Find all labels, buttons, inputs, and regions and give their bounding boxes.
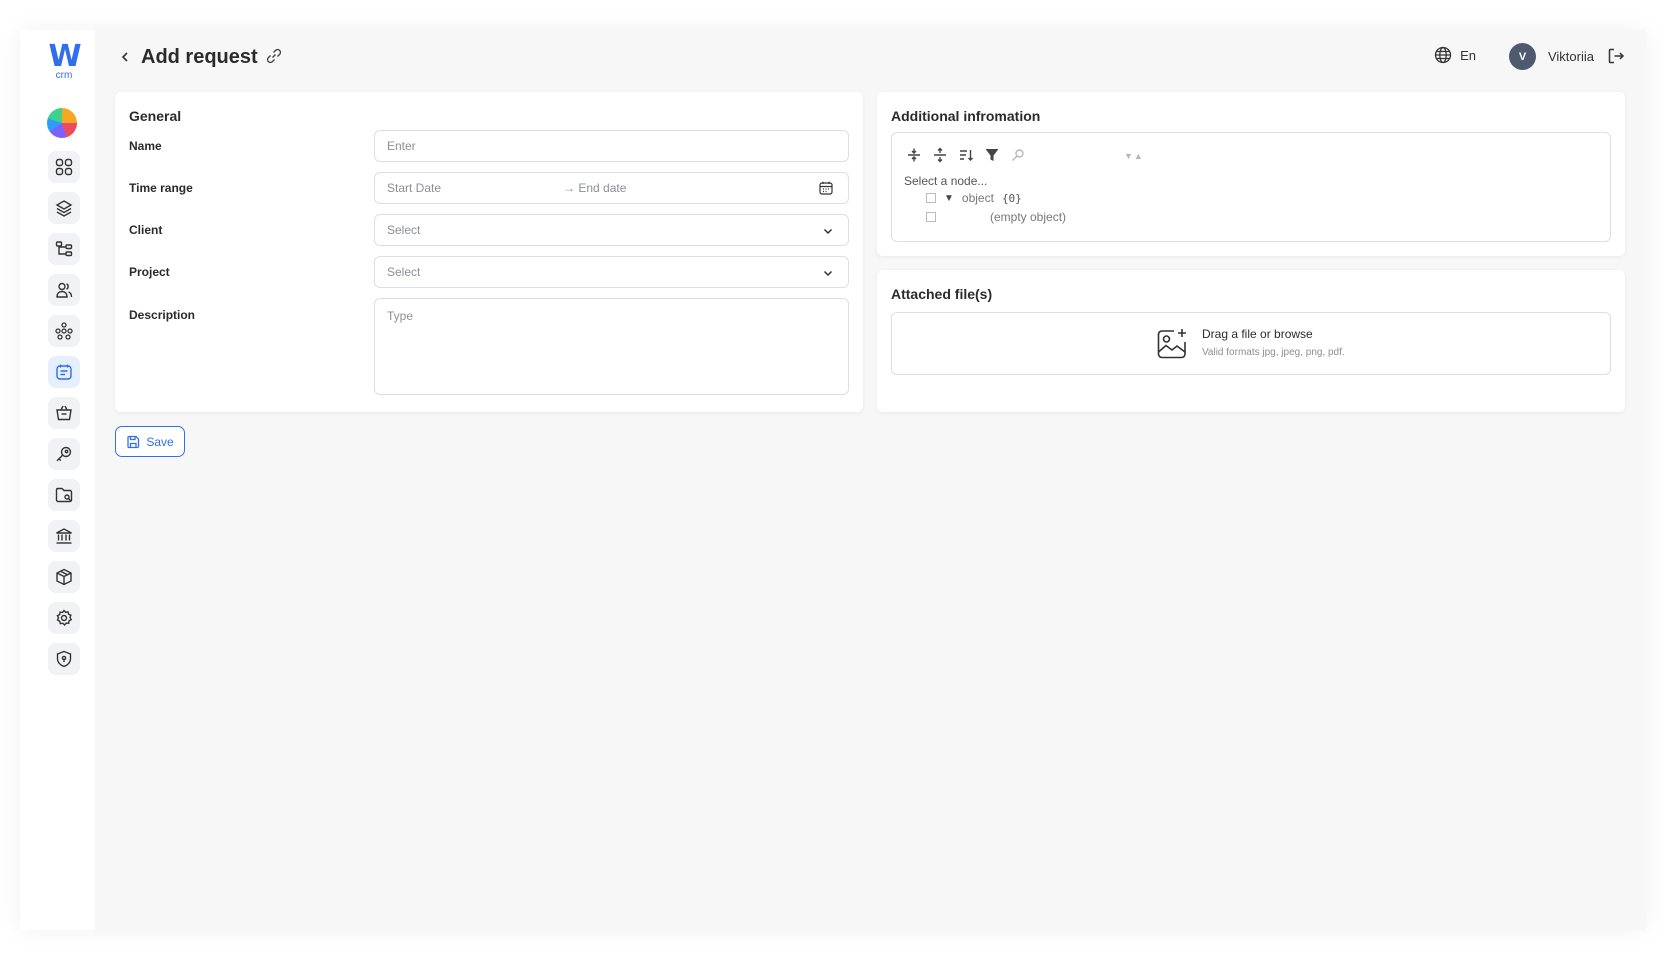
name-label: Name <box>129 139 162 153</box>
link-icon[interactable] <box>265 47 283 65</box>
client-value: Select <box>387 223 421 237</box>
settings-icon <box>56 609 73 627</box>
collapse-all-icon[interactable] <box>932 147 948 163</box>
json-toolbar <box>906 147 1026 163</box>
sidebar: W crm <box>20 30 95 930</box>
sidebar-item-layers[interactable] <box>48 192 80 224</box>
expand-all-icon[interactable] <box>906 147 922 163</box>
time-range-field[interactable]: Start Date → End date <box>374 172 849 204</box>
users-icon <box>56 282 73 298</box>
bank-icon <box>56 528 72 544</box>
drop-formats: Valid formats jpg, jpeg, png, pdf. <box>1202 347 1345 358</box>
basket-icon <box>56 405 72 421</box>
sort-icon[interactable] <box>958 147 974 163</box>
json-empty-row[interactable]: (empty object) <box>926 210 1066 224</box>
folder-icon <box>55 487 73 503</box>
sidebar-item-dashboard[interactable] <box>48 151 80 183</box>
page-title: Add request <box>141 46 258 68</box>
json-root-row[interactable]: ▼ object {0} <box>926 191 1022 205</box>
save-icon <box>127 435 140 448</box>
sidebar-item-settings[interactable] <box>48 602 80 634</box>
logo-mark: W <box>48 39 81 74</box>
name-field[interactable]: Enter <box>374 130 849 162</box>
back-button[interactable] <box>115 47 135 67</box>
key-icon <box>56 446 72 462</box>
sidebar-item-hierarchy[interactable] <box>48 233 80 265</box>
row-checkbox[interactable] <box>926 212 936 222</box>
security-icon <box>56 650 72 668</box>
language-label: En <box>1460 47 1476 63</box>
json-empty-label: (empty object) <box>990 210 1067 224</box>
start-date-input[interactable]: Start Date <box>387 181 441 195</box>
sidebar-item-security[interactable] <box>48 643 80 675</box>
json-root-label: object <box>961 191 994 205</box>
json-node-hint: Select a node... <box>904 174 988 188</box>
sidebar-item-requests[interactable] <box>48 356 80 388</box>
calendar-icon[interactable] <box>818 180 834 196</box>
description-placeholder: Type <box>387 309 414 323</box>
add-image-icon <box>1157 329 1186 359</box>
dashboard-icon <box>55 158 73 176</box>
user-name[interactable]: Viktoriia <box>1548 49 1594 64</box>
additional-title: Additional infromation <box>891 108 1041 124</box>
project-label: Project <box>129 265 170 279</box>
sidebar-item-keys[interactable] <box>48 438 80 470</box>
requests-icon <box>56 364 72 380</box>
client-select[interactable]: Select <box>374 214 849 246</box>
logo[interactable]: W crm <box>46 42 82 81</box>
save-button[interactable]: Save <box>115 426 185 457</box>
search-icon[interactable] <box>1010 147 1026 163</box>
general-title: General <box>129 108 182 124</box>
row-checkbox[interactable] <box>926 193 936 203</box>
json-nav-arrows[interactable]: ▼▲ <box>1124 151 1144 161</box>
hierarchy-icon <box>55 241 73 257</box>
files-title: Attached file(s) <box>891 286 993 302</box>
sidebar-item-products[interactable] <box>48 561 80 593</box>
globe-icon <box>1434 46 1452 64</box>
sidebar-item-files[interactable] <box>48 479 80 511</box>
top-bar: Add request En V Viktoriia <box>115 30 1646 88</box>
app-window: W crm Add request En V Viktoriia General… <box>20 30 1646 930</box>
client-label: Client <box>129 223 163 237</box>
general-card: General Name Enter Time range Start Date… <box>115 92 863 412</box>
chevron-down-icon <box>823 270 833 277</box>
json-editor[interactable]: ▼▲ Select a node... ▼ object {0} (empty … <box>891 132 1611 242</box>
save-label: Save <box>146 434 174 449</box>
filter-icon[interactable] <box>984 147 1000 163</box>
name-placeholder: Enter <box>387 139 416 153</box>
avatar[interactable]: V <box>1509 43 1536 70</box>
json-root-count: {0} <box>1001 191 1022 205</box>
color-wheel-icon[interactable] <box>47 108 77 138</box>
end-date-input[interactable]: → End date <box>563 181 626 195</box>
network-icon <box>55 322 73 340</box>
chevron-left-icon <box>121 52 128 62</box>
logout-icon[interactable] <box>1606 46 1626 66</box>
chevron-down-icon <box>823 228 833 235</box>
sidebar-item-bank[interactable] <box>48 520 80 552</box>
expand-triangle-icon[interactable]: ▼ <box>944 193 954 204</box>
language-switcher[interactable]: En <box>1434 46 1476 64</box>
additional-info-card: Additional infromation ▼▲ Select a node.… <box>877 92 1625 256</box>
box-icon <box>56 568 72 586</box>
sidebar-item-basket[interactable] <box>48 397 80 429</box>
project-select[interactable]: Select <box>374 256 849 288</box>
project-value: Select <box>387 265 421 279</box>
time-range-label: Time range <box>129 181 193 195</box>
description-textarea[interactable]: Type <box>374 298 849 395</box>
attached-files-card: Attached file(s) Drag a file or browse V… <box>877 270 1625 412</box>
sidebar-item-users[interactable] <box>48 274 80 306</box>
file-dropzone[interactable]: Drag a file or browse Valid formats jpg,… <box>891 312 1611 375</box>
layers-icon <box>55 200 73 217</box>
drop-title: Drag a file or browse <box>1202 327 1313 341</box>
sidebar-item-network[interactable] <box>48 315 80 347</box>
description-label: Description <box>129 308 196 322</box>
